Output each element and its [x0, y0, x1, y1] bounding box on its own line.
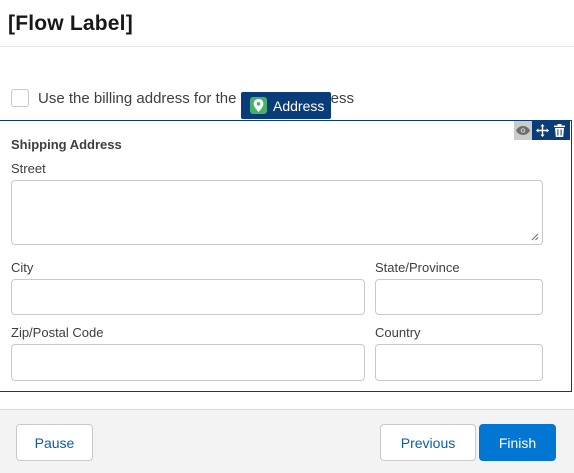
- country-label: Country: [375, 325, 421, 340]
- page-header: [Flow Label]: [0, 0, 574, 47]
- address-component-tag[interactable]: Address: [241, 92, 331, 119]
- page-title: [Flow Label]: [8, 12, 133, 35]
- location-pin-icon: [250, 97, 267, 114]
- zip-label: Zip/Postal Code: [11, 325, 104, 340]
- finish-button[interactable]: Finish: [479, 424, 556, 461]
- eye-icon[interactable]: [514, 121, 532, 140]
- city-label: City: [11, 260, 34, 275]
- previous-button[interactable]: Previous: [380, 424, 476, 461]
- zip-input[interactable]: [11, 344, 365, 381]
- state-input[interactable]: [375, 279, 543, 315]
- country-input[interactable]: [375, 344, 543, 381]
- state-label: State/Province: [375, 260, 460, 275]
- component-toolbar: [514, 121, 570, 141]
- city-input[interactable]: [11, 279, 365, 315]
- component-actions: [532, 121, 570, 140]
- resize-handle-icon[interactable]: [531, 233, 539, 241]
- pause-button[interactable]: Pause: [16, 424, 93, 461]
- move-icon[interactable]: [536, 124, 549, 137]
- billing-address-checkbox[interactable]: [11, 89, 29, 107]
- street-label: Street: [11, 161, 46, 176]
- trash-icon[interactable]: [554, 124, 565, 137]
- address-component-label: Address: [273, 98, 325, 114]
- shipping-address-title: Shipping Address: [11, 137, 122, 152]
- street-textarea[interactable]: [11, 180, 543, 245]
- flow-footer: Pause Previous Finish: [0, 409, 574, 473]
